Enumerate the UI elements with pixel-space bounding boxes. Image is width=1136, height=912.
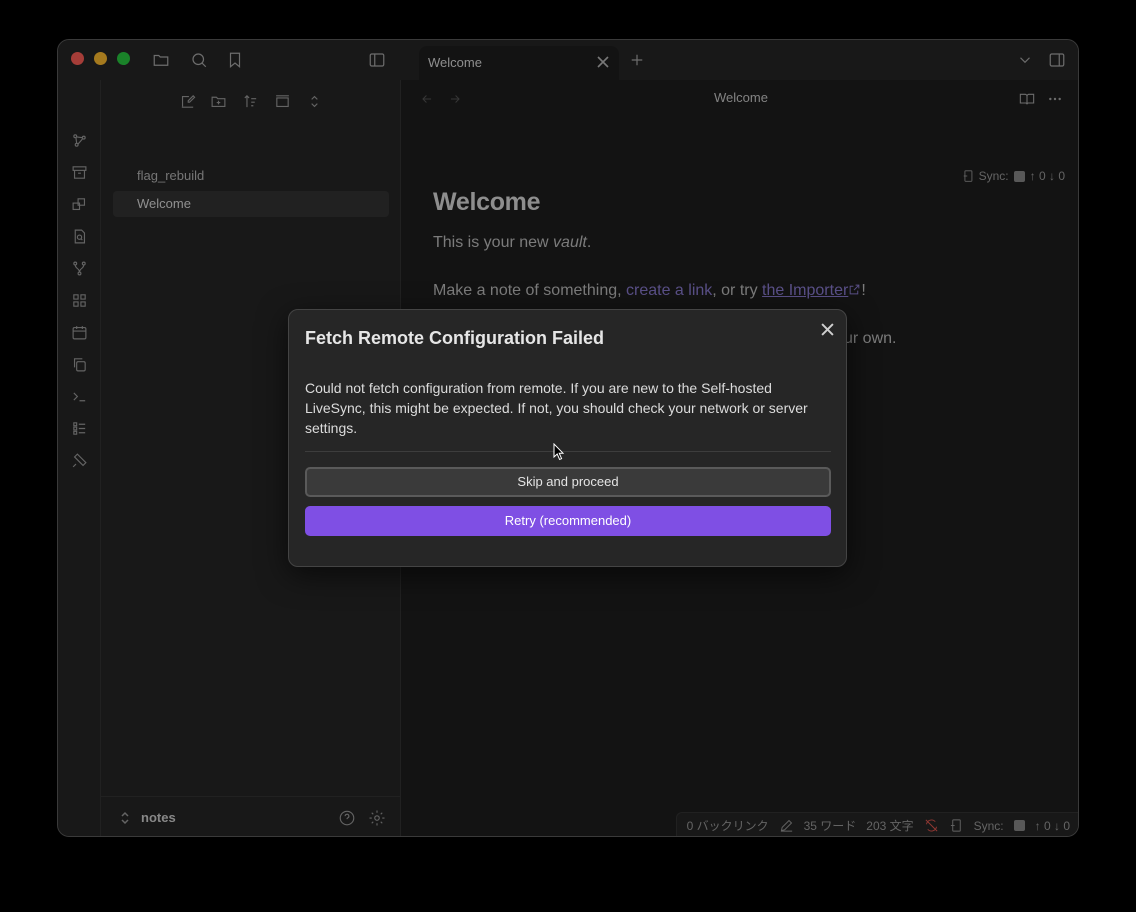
dialog-title: Fetch Remote Configuration Failed: [305, 328, 605, 348]
mouse-cursor-icon: [553, 443, 565, 461]
fetch-config-failed-dialog: Fetch Remote Configuration Failed Could …: [288, 309, 847, 567]
skip-and-proceed-button[interactable]: Skip and proceed: [305, 467, 831, 497]
dialog-message: Could not fetch configuration from remot…: [305, 380, 808, 436]
retry-button[interactable]: Retry (recommended): [305, 506, 831, 536]
close-icon[interactable]: [818, 320, 836, 338]
divider: [305, 451, 831, 452]
